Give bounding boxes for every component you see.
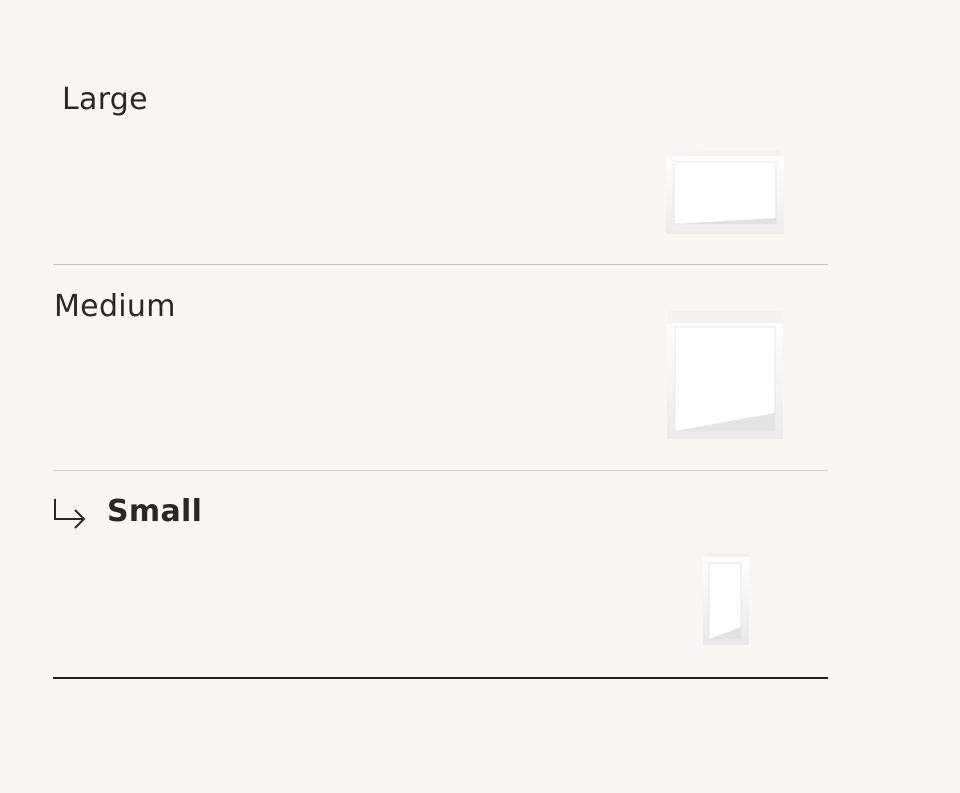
size-option-label: Large — [62, 82, 148, 117]
shelf-medium-icon — [667, 311, 783, 439]
size-option-label: Medium — [54, 289, 176, 324]
size-option-label: Small — [107, 494, 203, 529]
divider — [53, 470, 828, 471]
size-selector-page: Large Medium Small — [0, 0, 960, 793]
divider — [53, 264, 828, 265]
divider-selected — [53, 677, 828, 679]
shelf-large-icon — [666, 150, 784, 234]
shelf-small-icon — [703, 553, 749, 645]
size-option-large[interactable]: Large — [53, 0, 828, 265]
arrow-down-right-icon — [54, 499, 86, 529]
size-option-list: Large Medium Small — [53, 0, 828, 793]
